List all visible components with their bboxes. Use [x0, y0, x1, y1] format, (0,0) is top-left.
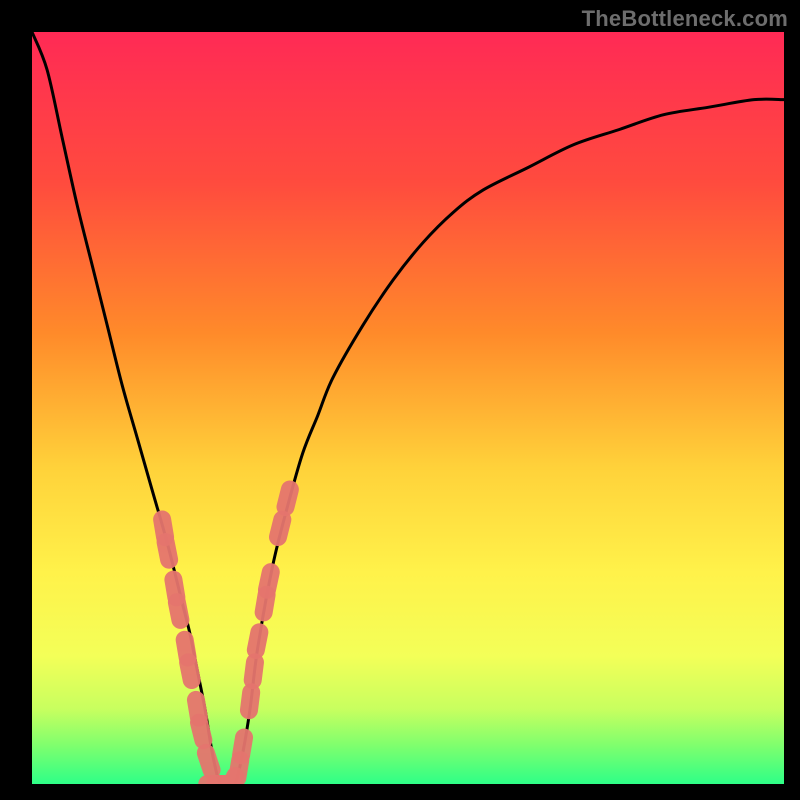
chart-frame: TheBottleneck.com — [0, 0, 800, 800]
background-gradient — [32, 32, 784, 784]
watermark-label: TheBottleneck.com — [582, 6, 788, 32]
plot-area — [32, 32, 784, 784]
